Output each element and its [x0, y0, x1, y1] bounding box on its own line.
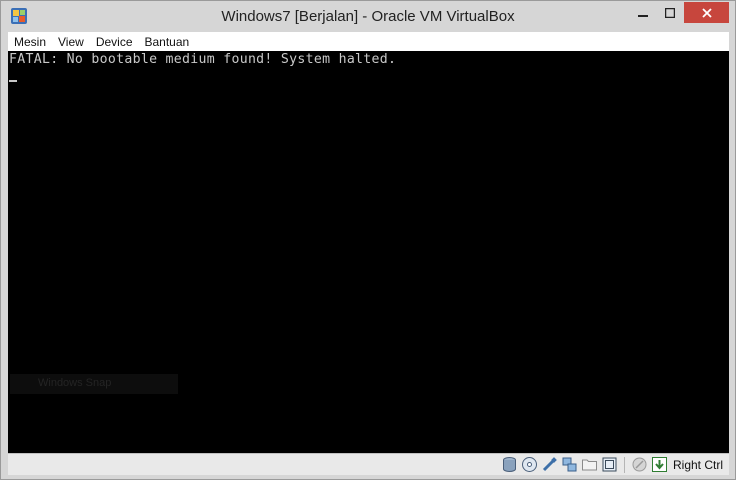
status-bar: Right Ctrl	[8, 453, 729, 475]
text-cursor	[9, 80, 17, 82]
network-icon[interactable]	[561, 456, 578, 473]
menu-bantuan[interactable]: Bantuan	[139, 35, 196, 49]
virtualbox-window: Windows7 [Berjalan] - Oracle VM VirtualB…	[0, 0, 736, 480]
menu-view[interactable]: View	[52, 35, 90, 49]
snap-overlay: Windows Snap	[10, 374, 178, 394]
maximize-button[interactable]	[657, 2, 683, 23]
title-bar[interactable]: Windows7 [Berjalan] - Oracle VM VirtualB…	[1, 1, 735, 32]
optical-drive-icon[interactable]	[521, 456, 538, 473]
maximize-icon	[665, 7, 675, 18]
capture-icon[interactable]	[601, 456, 618, 473]
host-key-label: Right Ctrl	[672, 457, 723, 472]
minimize-button[interactable]	[630, 2, 656, 23]
hard-disk-icon[interactable]	[501, 456, 518, 473]
menu-bar: Mesin View Device Bantuan	[8, 32, 729, 51]
snap-overlay-label: Windows Snap	[38, 377, 112, 389]
minimize-icon	[638, 14, 648, 17]
status-indicators: Right Ctrl	[501, 455, 723, 474]
host-key-icon[interactable]	[651, 456, 668, 473]
menu-device[interactable]: Device	[90, 35, 139, 49]
console-error-message: FATAL: No bootable medium found! System …	[9, 52, 397, 67]
shared-folders-icon[interactable]	[581, 456, 598, 473]
usb-icon[interactable]	[541, 456, 558, 473]
vm-display[interactable]: FATAL: No bootable medium found! System …	[8, 51, 729, 453]
close-button[interactable]	[684, 2, 729, 23]
close-icon	[701, 7, 712, 18]
menu-mesin[interactable]: Mesin	[8, 35, 52, 49]
status-separator	[623, 456, 625, 473]
mouse-integration-icon[interactable]	[631, 456, 648, 473]
window-title: Windows7 [Berjalan] - Oracle VM VirtualB…	[221, 8, 515, 25]
